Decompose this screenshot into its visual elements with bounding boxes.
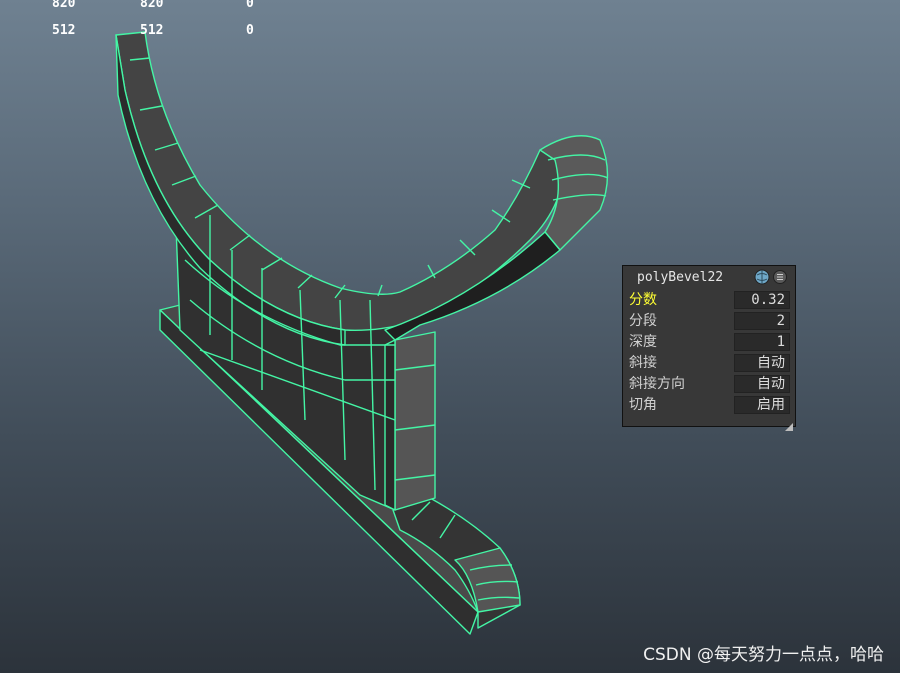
globe-icon[interactable] bbox=[754, 269, 770, 285]
hud-value: 820 bbox=[52, 0, 76, 11]
hud-value: 0 bbox=[246, 0, 254, 11]
attr-value-field[interactable]: 2 bbox=[734, 312, 790, 330]
attr-label: 深度 bbox=[629, 334, 657, 350]
hud-value: 0 bbox=[246, 23, 254, 38]
attr-label: 分数 bbox=[629, 292, 657, 308]
mesh-pillar-inner bbox=[384, 339, 396, 511]
attr-value-field[interactable]: 1 bbox=[734, 333, 790, 351]
attr-row-depth[interactable]: 深度 1 bbox=[626, 332, 792, 352]
attr-row-mitering[interactable]: 斜接 自动 bbox=[626, 353, 792, 373]
3d-viewport[interactable]: 820 820 0 512 512 0 polyBevel22 分数 0.32 … bbox=[0, 0, 900, 673]
hud-value: 820 bbox=[140, 0, 164, 11]
attr-value-field[interactable]: 启用 bbox=[734, 396, 790, 414]
panel-header[interactable]: polyBevel22 bbox=[623, 266, 795, 290]
hud-row: 820 820 0 bbox=[0, 0, 300, 13]
attr-label: 分段 bbox=[629, 313, 657, 329]
attr-row-miter-along[interactable]: 斜接方向 自动 bbox=[626, 374, 792, 394]
hud-row: 512 512 0 bbox=[0, 22, 300, 40]
hud-value: 512 bbox=[52, 23, 76, 38]
attr-label: 斜接方向 bbox=[629, 376, 685, 392]
watermark: CSDN @每天努力一点点，哈哈 bbox=[643, 645, 884, 665]
resize-grip-icon[interactable] bbox=[785, 416, 793, 431]
attr-row-segments[interactable]: 分段 2 bbox=[626, 311, 792, 331]
in-view-editor-panel[interactable]: polyBevel22 分数 0.32 分段 2 深度 1 斜接 自动 斜接方向… bbox=[622, 265, 796, 431]
menu-icon[interactable] bbox=[773, 269, 787, 285]
attr-label: 斜接 bbox=[629, 355, 657, 371]
mesh-pillar-front bbox=[394, 331, 436, 511]
attr-row-chamfer[interactable]: 切角 启用 bbox=[626, 395, 792, 415]
hud-value: 512 bbox=[140, 23, 164, 38]
attr-row-fraction[interactable]: 分数 0.32 bbox=[626, 290, 792, 310]
attr-value-field[interactable]: 自动 bbox=[734, 375, 790, 393]
panel-title: polyBevel22 bbox=[637, 270, 724, 285]
attr-value-field[interactable]: 0.32 bbox=[734, 291, 790, 309]
attr-value-field[interactable]: 自动 bbox=[734, 354, 790, 372]
attr-label: 切角 bbox=[629, 397, 657, 413]
